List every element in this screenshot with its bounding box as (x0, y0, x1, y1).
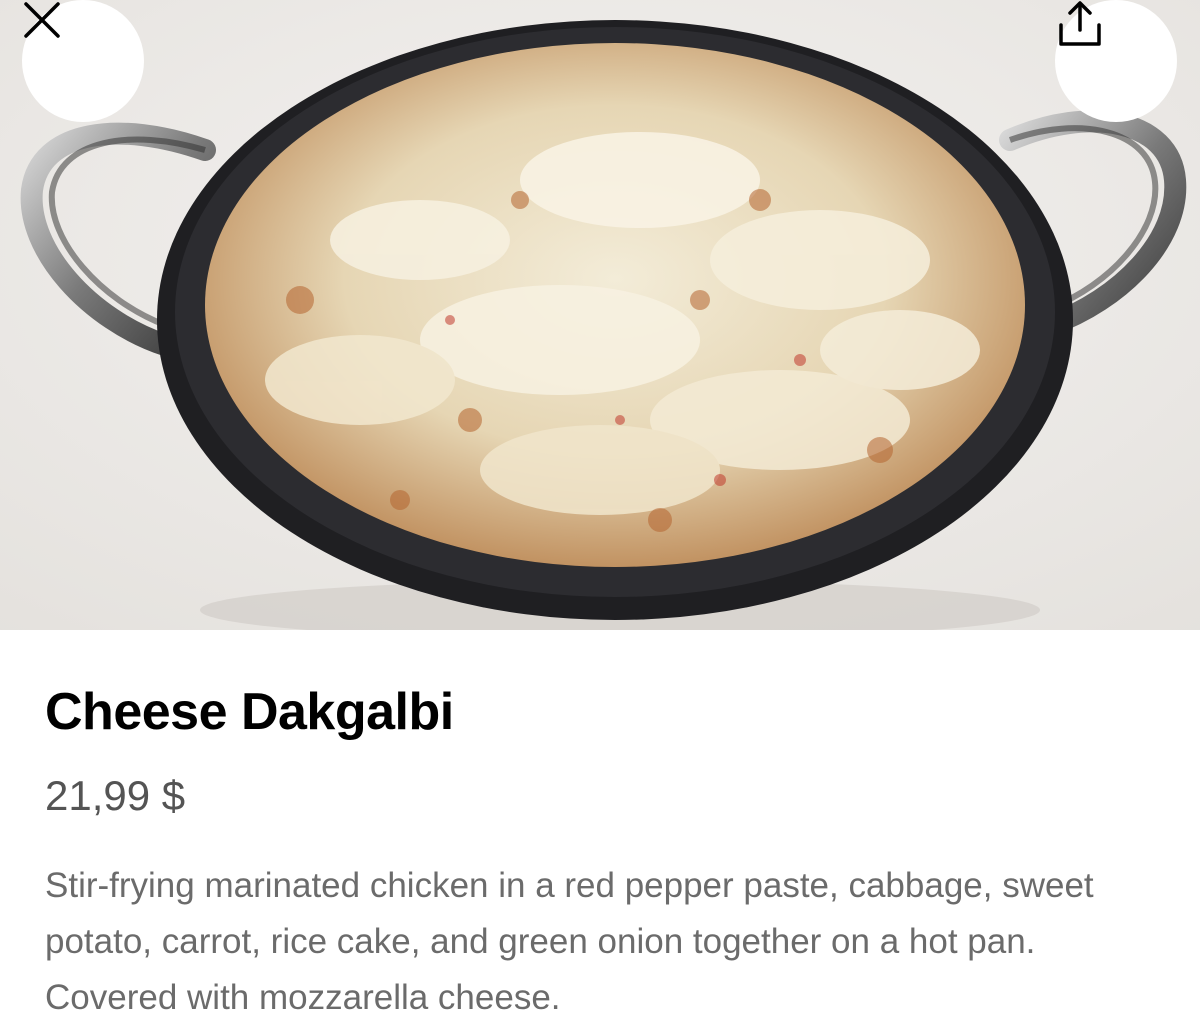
dakgalbi-pan-illustration (0, 0, 1200, 630)
item-detail-screen: Cheese Dakgalbi 21,99 $ Stir-frying mari… (0, 0, 1200, 1033)
item-description: Stir-frying marinated chicken in a red p… (45, 866, 1094, 1017)
item-name: Cheese Dakgalbi (45, 683, 454, 741)
item-photo (0, 0, 1200, 630)
share-button[interactable] (1055, 0, 1177, 122)
item-price: 21,99 $ (45, 772, 186, 819)
share-icon (1059, 1, 1101, 46)
item-details: Cheese Dakgalbi 21,99 $ Stir-frying mari… (0, 630, 1200, 1033)
close-button[interactable] (22, 0, 144, 122)
close-icon (24, 2, 60, 38)
